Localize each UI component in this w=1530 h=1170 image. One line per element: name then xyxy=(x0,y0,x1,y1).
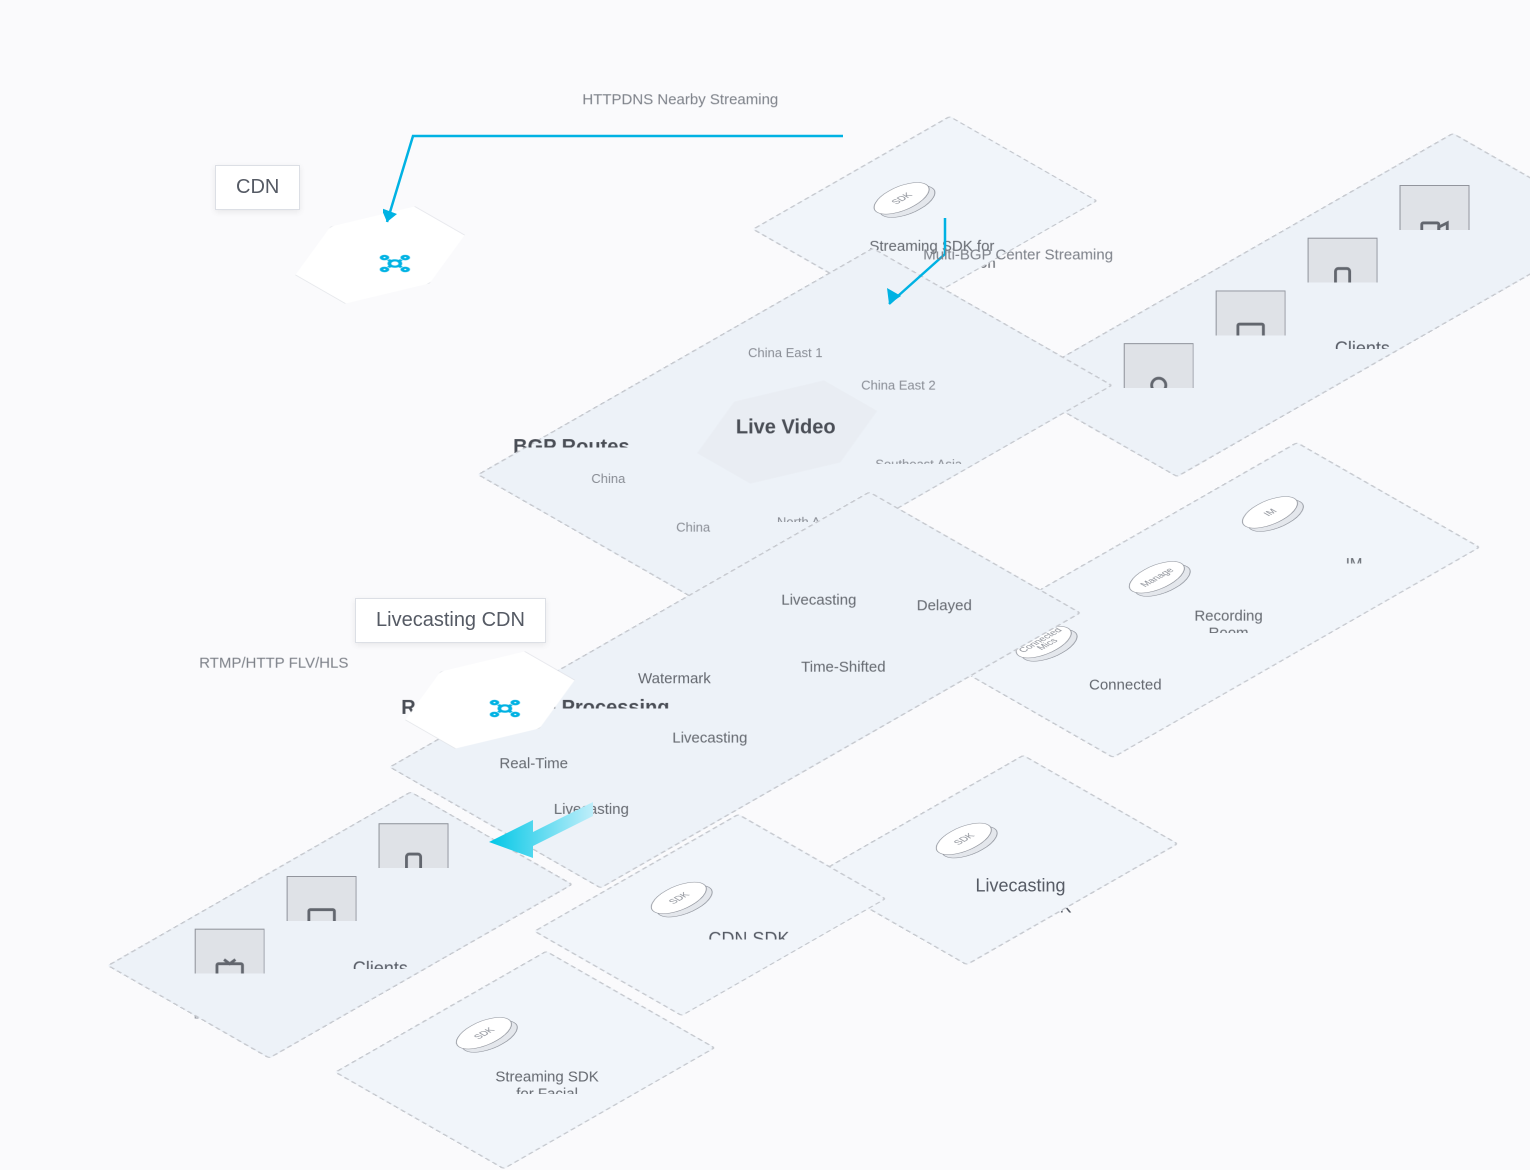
proc-r2-2: Time-Shifted Viewing xyxy=(801,659,885,693)
monitor-icon xyxy=(1216,290,1286,380)
tv-icon xyxy=(195,929,265,1019)
arrow-httpdns xyxy=(383,132,853,252)
camera-icon xyxy=(1124,343,1194,433)
phone-icon xyxy=(1308,238,1378,328)
svc-connected-mics: Connected Mics xyxy=(1089,677,1162,711)
livecasting-sdk-label: Livecasting Service SDK xyxy=(969,875,1071,917)
proc-r1-1: Watermark Management xyxy=(638,670,726,704)
clients-label: Clients xyxy=(1335,338,1390,359)
bgp-region-sea: Southeast Asia xyxy=(875,457,962,472)
bgp-title: BGP Routes xyxy=(513,436,629,459)
streaming-sdk-bottom-label: Streaming SDK for Facial Optimization xyxy=(495,1068,598,1119)
proc-r2-1: Livecasting Authentication xyxy=(672,730,767,764)
flow-arrow-icon xyxy=(485,790,595,865)
bgp-region-east2: China East 2 (Shanghai) xyxy=(861,378,935,408)
live-video-center-hex xyxy=(671,365,904,499)
sdk-disc-bottom: SDK xyxy=(429,1002,545,1069)
arrow-rtmp-label: RTMP/HTTP FLV/HLS xyxy=(199,655,348,672)
sdk-disc-live: SDK xyxy=(909,807,1025,874)
proc-r2-3: Delayed Broadcast xyxy=(917,597,985,631)
bgp-region-east1: China East 1 (Hangzhou) xyxy=(748,345,822,375)
svc-recording-room: Recording Room Management xyxy=(1185,608,1273,659)
sdk-disc-cdn: SDK xyxy=(624,866,740,933)
clients-bottom-label: Clients xyxy=(353,958,408,979)
arrow-multibgp xyxy=(875,214,955,314)
phone-icon xyxy=(379,823,449,913)
cdn-sdk-label: CDN SDK xyxy=(708,929,789,950)
livecasting-sdk-panel: SDK Livecasting Service SDK xyxy=(811,755,1179,966)
bgp-region-south: China South xyxy=(676,520,710,550)
monitor-icon xyxy=(287,876,357,966)
svc-im: IM xyxy=(1346,555,1363,572)
bgp-region-north: China North xyxy=(591,471,625,501)
cdn-tag: CDN xyxy=(215,165,300,210)
manage-disc: Manage xyxy=(1102,546,1218,613)
diagram-root: Clients SDK Streaming SDK for Facial Opt… xyxy=(65,70,1465,1070)
im-disc: IM xyxy=(1215,481,1331,548)
proc-r1-0: Real-Time Coding xyxy=(499,755,568,789)
proc-r1-2: Livecasting Recording xyxy=(781,592,856,626)
video-camera-icon xyxy=(1400,185,1470,275)
arrow-httpdns-label: HTTPDNS Nearby Streaming xyxy=(582,91,778,108)
livecasting-cdn-tag: Livecasting CDN xyxy=(355,598,546,643)
clients-top-panel: Clients xyxy=(1014,133,1530,478)
